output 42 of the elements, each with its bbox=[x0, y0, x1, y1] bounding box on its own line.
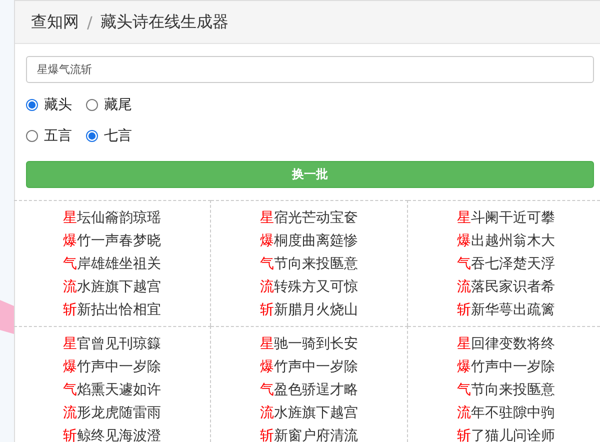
poem-line: 爆竹声中一岁除 bbox=[457, 358, 555, 377]
poem-line: 星回律变数将终 bbox=[457, 335, 555, 354]
radio-button[interactable] bbox=[86, 130, 98, 142]
poem-line: 星坛仙籥韵琼瑶 bbox=[63, 209, 161, 228]
poem-line: 气岸雄雄坐祖关 bbox=[63, 255, 161, 274]
poem-line: 斩鲸终见海波澄 bbox=[63, 427, 161, 442]
poem-line: 气盈色骄逞才略 bbox=[260, 381, 358, 400]
poem-line: 星驰一骑到长安 bbox=[260, 335, 358, 354]
poem-line: 星斗阑干近可攀 bbox=[457, 209, 555, 228]
radio-button[interactable] bbox=[26, 98, 38, 110]
poem-line: 斩新腊月火烧山 bbox=[260, 301, 358, 320]
poem-line: 爆桐度曲离筵惨 bbox=[260, 232, 358, 251]
poem-line: 斩了猫儿问诠师 bbox=[457, 427, 555, 442]
input-field[interactable]: 星爆气流斩 bbox=[26, 56, 594, 83]
poem-line: 斩新拈出恰相宜 bbox=[63, 301, 161, 320]
breadcrumb-link[interactable]: 查知网 bbox=[31, 12, 79, 32]
radio-label: 藏头 bbox=[44, 96, 72, 114]
poem-line: 流水旌旗下越宫 bbox=[260, 404, 358, 423]
poem-line: 流年不驻隙中驹 bbox=[457, 404, 555, 423]
poem-line: 流形龙虎随雷雨 bbox=[63, 404, 161, 423]
poem-line: 星官曾见刊琼籙 bbox=[63, 335, 161, 354]
poem-line: 斩新窗户府清流 bbox=[260, 427, 358, 442]
poem-line: 爆竹声中一岁除 bbox=[63, 358, 161, 377]
poem-line: 气节向来投匦意 bbox=[260, 255, 358, 274]
page-title: 藏头诗在线生成器 bbox=[100, 12, 228, 32]
poem-line: 爆竹一声春梦晓 bbox=[63, 232, 161, 251]
poem-line: 爆出越州翁木大 bbox=[457, 232, 555, 251]
radio-label: 五言 bbox=[44, 126, 72, 144]
poem-line: 流水旌旗下越宫 bbox=[63, 278, 161, 297]
poem-line: 气焰熏天遽如许 bbox=[63, 381, 161, 400]
poem-line: 气吞七泽楚天浮 bbox=[457, 255, 555, 274]
poem-line: 星宿光芒动宝奁 bbox=[260, 209, 358, 228]
poem-line: 斩新华萼出疏篱 bbox=[457, 301, 555, 320]
poem-line: 爆竹声中一岁除 bbox=[260, 358, 358, 377]
poem-line: 流转殊方又可惊 bbox=[260, 278, 358, 297]
poem-line: 气节向来投匦意 bbox=[457, 381, 555, 400]
radio-label: 七言 bbox=[104, 126, 132, 144]
poem-line: 流落民家识者希 bbox=[457, 278, 555, 297]
radio-button[interactable] bbox=[86, 98, 98, 110]
breadcrumb-separator: / bbox=[87, 12, 92, 32]
radio-button[interactable] bbox=[26, 130, 38, 142]
radio-label: 藏尾 bbox=[104, 96, 132, 114]
